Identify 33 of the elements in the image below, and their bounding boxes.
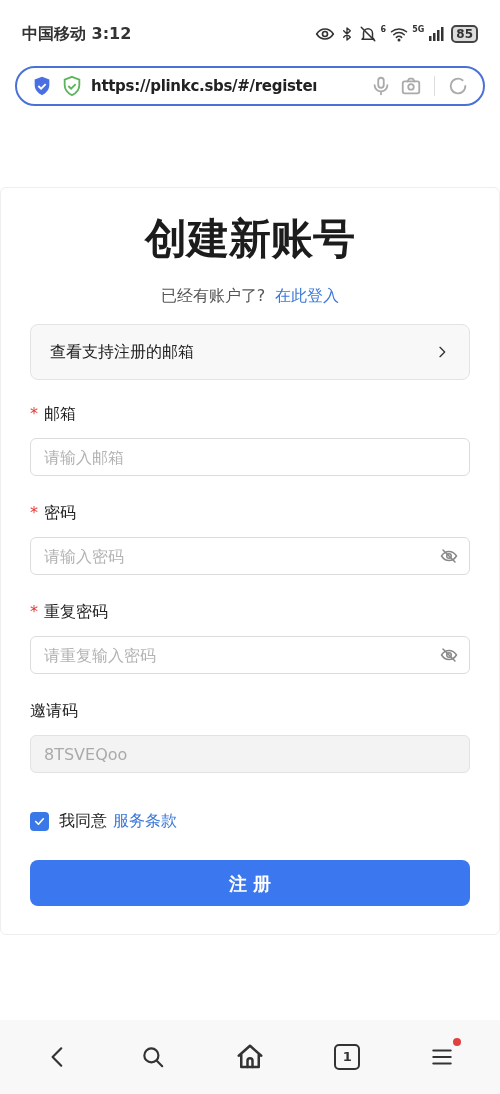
- shield-check-icon: [61, 75, 83, 97]
- agree-label: 我同意: [59, 810, 107, 832]
- url-text: https://plinkc.sbs/#/registeı: [91, 75, 319, 97]
- bell-off-icon: [358, 25, 377, 43]
- reload-icon[interactable]: [447, 75, 469, 97]
- tabs-button[interactable]: 1: [334, 1044, 361, 1070]
- supported-mail-button[interactable]: 查看支持注册的邮箱: [30, 324, 470, 380]
- register-button[interactable]: 注 册: [30, 860, 470, 906]
- input-field[interactable]: 请输入邮箱: [30, 438, 470, 476]
- input-field[interactable]: 请输入密码: [30, 537, 470, 575]
- carrier-time: 中国移动 3:12: [22, 23, 132, 45]
- page-title: 创建新账号: [143, 213, 356, 265]
- wifi-icon: [390, 25, 409, 43]
- network-label: 5G: [412, 24, 425, 36]
- hide-password-icon[interactable]: [440, 646, 458, 664]
- required-mark: *: [30, 403, 38, 425]
- address-bar[interactable]: https://plinkc.sbs/#/registeı: [15, 66, 485, 106]
- hide-password-icon[interactable]: [440, 547, 458, 565]
- battery-indicator: 85: [451, 25, 478, 43]
- signal-icon: [428, 26, 445, 42]
- camera-icon[interactable]: [400, 75, 422, 97]
- field-label: 重复密码: [44, 601, 108, 623]
- wifi-label: 6: [380, 24, 387, 36]
- login-prompt: 已经有账户了?: [160, 285, 266, 307]
- required-mark: *: [30, 601, 38, 623]
- input-field[interactable]: 请重复输入密码: [30, 636, 470, 674]
- login-link[interactable]: 在此登入: [275, 284, 340, 308]
- required-mark: *: [30, 502, 38, 524]
- field-label: 密码: [44, 502, 76, 524]
- terms-link[interactable]: 服务条款: [113, 809, 177, 833]
- field-label: 邮箱: [44, 403, 76, 425]
- field-label: 邀请码: [30, 700, 78, 722]
- agree-checkbox[interactable]: [30, 811, 49, 831]
